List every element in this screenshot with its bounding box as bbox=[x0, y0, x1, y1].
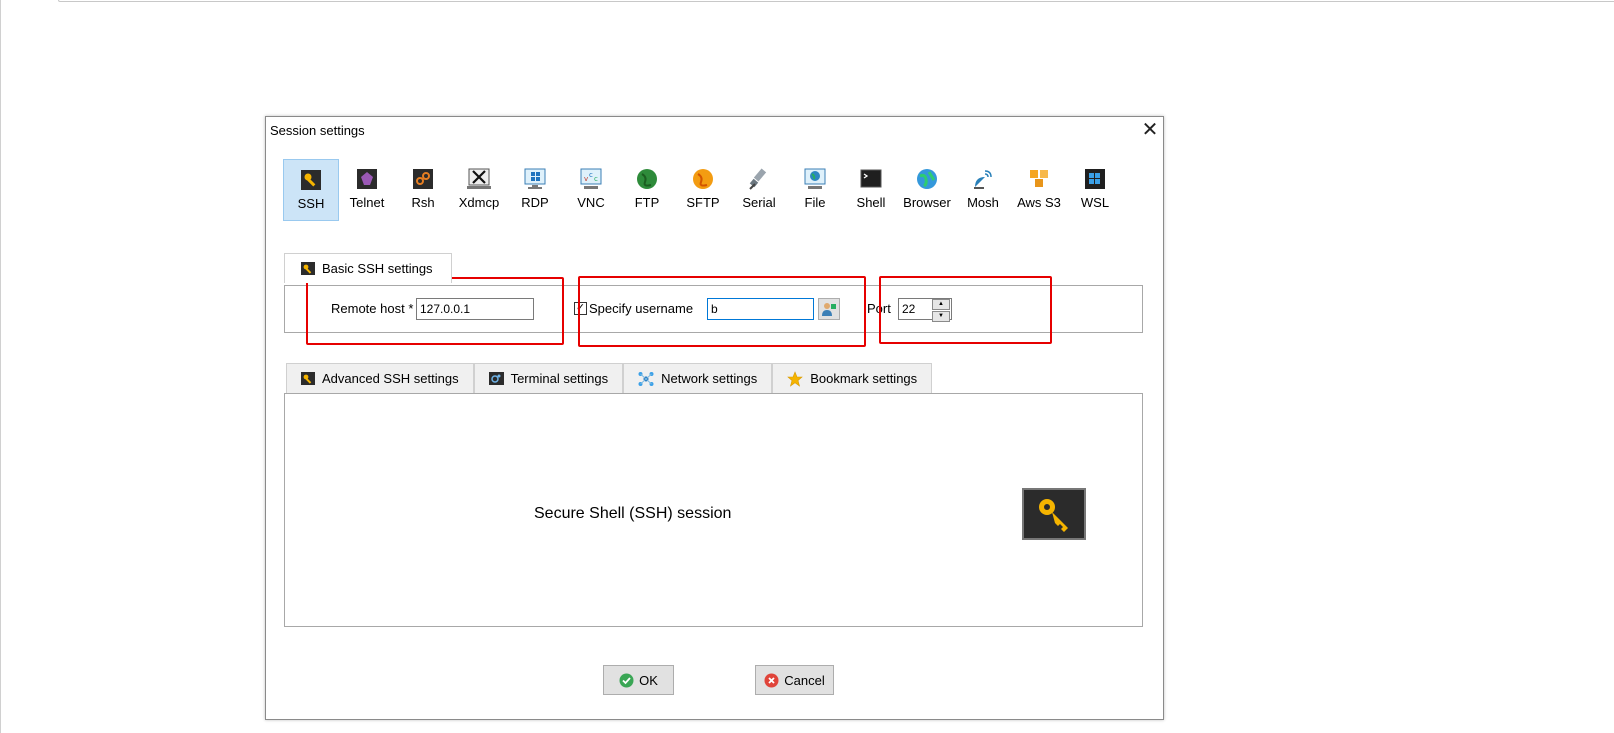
session-type-vnc[interactable]: vcc VNC bbox=[563, 159, 619, 221]
ftp-globe-icon bbox=[635, 167, 659, 191]
svg-text:c: c bbox=[589, 171, 593, 179]
star-icon bbox=[787, 370, 804, 387]
specify-username-checkbox[interactable]: ✓ bbox=[574, 302, 587, 315]
session-type-label: VNC bbox=[577, 195, 605, 210]
basic-settings-panel: Remote host * 127.0.0.1 ✓ Specify userna… bbox=[284, 285, 1143, 333]
svg-text:v: v bbox=[584, 175, 588, 183]
user-manager-button[interactable] bbox=[818, 298, 840, 320]
remote-host-label: Remote host * bbox=[331, 301, 414, 316]
ok-check-icon bbox=[619, 673, 634, 688]
tab-label: Bookmark settings bbox=[810, 371, 918, 386]
wsl-windows-icon bbox=[1083, 167, 1107, 191]
session-type-xdmcp[interactable]: Xdmcp bbox=[451, 159, 507, 221]
session-type-ssh[interactable]: SSH bbox=[283, 159, 339, 221]
spin-down-icon[interactable]: ▼ bbox=[932, 311, 950, 322]
tab-network-settings[interactable]: Network settings bbox=[623, 363, 773, 393]
key-icon bbox=[301, 372, 315, 385]
session-type-telnet[interactable]: Telnet bbox=[339, 159, 395, 221]
port-label: Port bbox=[867, 301, 891, 316]
session-description: Secure Shell (SSH) session bbox=[534, 505, 732, 522]
background-frame-left bbox=[0, 0, 1, 733]
session-type-rsh[interactable]: Rsh bbox=[395, 159, 451, 221]
x-icon bbox=[467, 167, 491, 191]
tab-basic-ssh-settings[interactable]: Basic SSH settings bbox=[284, 253, 452, 283]
serial-plug-icon bbox=[747, 167, 771, 191]
cancel-x-icon bbox=[764, 673, 779, 688]
session-type-label: FTP bbox=[634, 195, 660, 210]
session-type-label: RDP bbox=[521, 195, 549, 210]
session-type-file[interactable]: File bbox=[787, 159, 843, 221]
ssh-key-icon bbox=[1022, 488, 1086, 540]
ok-button[interactable]: OK bbox=[603, 665, 674, 695]
rdp-monitor-icon bbox=[523, 167, 547, 191]
session-type-aws-s3[interactable]: Aws S3 bbox=[1011, 159, 1067, 221]
ok-button-label: OK bbox=[639, 672, 658, 688]
session-type-browser[interactable]: Browser bbox=[899, 159, 955, 221]
cancel-button[interactable]: Cancel bbox=[755, 665, 834, 695]
shell-terminal-icon bbox=[859, 167, 883, 191]
basic-tab-label: Basic SSH settings bbox=[322, 261, 433, 276]
session-type-label: Browser bbox=[903, 195, 951, 210]
session-type-rdp[interactable]: RDP bbox=[507, 159, 563, 221]
session-type-label: Mosh bbox=[967, 195, 999, 210]
session-type-label: SSH bbox=[297, 196, 325, 211]
tab-terminal-settings[interactable]: Terminal settings bbox=[473, 363, 624, 393]
session-type-label: File bbox=[804, 195, 826, 210]
session-type-bar: SSH Telnet Rsh Xdmcp RDP v c c VNC FTP S… bbox=[283, 159, 1123, 221]
session-type-sftp[interactable]: SFTP bbox=[675, 159, 731, 221]
svg-text:c: c bbox=[594, 175, 598, 183]
session-type-label: Aws S3 bbox=[1017, 195, 1061, 210]
session-type-wsl[interactable]: WSL bbox=[1067, 159, 1123, 221]
spin-up-icon[interactable]: ▲ bbox=[932, 299, 950, 310]
session-type-serial[interactable]: Serial bbox=[731, 159, 787, 221]
close-icon[interactable]: ✕ bbox=[1138, 119, 1162, 141]
tab-label: Advanced SSH settings bbox=[322, 371, 459, 386]
background-frame-top bbox=[58, 0, 1614, 2]
vnc-monitor-icon: vcc bbox=[579, 167, 603, 191]
sftp-globe-icon bbox=[691, 167, 715, 191]
port-spinner[interactable]: ▲ ▼ bbox=[932, 299, 950, 322]
session-settings-dialog: Session settings ✕ SSH Telnet Rsh Xdmcp bbox=[265, 116, 1164, 720]
session-type-mosh[interactable]: Mosh bbox=[955, 159, 1011, 221]
session-type-label: Shell bbox=[856, 195, 886, 210]
username-input[interactable]: b bbox=[707, 298, 814, 320]
session-type-shell[interactable]: Shell bbox=[843, 159, 899, 221]
session-type-label: Rsh bbox=[411, 195, 435, 210]
aws-s3-icon bbox=[1027, 167, 1051, 191]
browser-globe-icon bbox=[915, 167, 939, 191]
key-icon bbox=[299, 168, 323, 192]
settings-tabs: Advanced SSH settings Terminal settings … bbox=[286, 363, 933, 393]
session-type-ftp[interactable]: FTP bbox=[619, 159, 675, 221]
user-icon bbox=[821, 301, 837, 317]
terminal-icon bbox=[488, 372, 504, 385]
tab-label: Terminal settings bbox=[510, 371, 609, 386]
session-type-label: Serial bbox=[742, 195, 776, 210]
settings-content-panel: Secure Shell (SSH) session bbox=[284, 393, 1143, 627]
session-type-label: SFTP bbox=[686, 195, 720, 210]
remote-host-input[interactable]: 127.0.0.1 bbox=[416, 298, 534, 320]
key-icon bbox=[301, 262, 315, 275]
tab-bookmark-settings[interactable]: Bookmark settings bbox=[772, 363, 933, 393]
tab-label: Network settings bbox=[661, 371, 758, 386]
file-monitor-icon bbox=[803, 167, 827, 191]
session-type-label: Xdmcp bbox=[458, 195, 500, 210]
session-type-label: Telnet bbox=[349, 195, 385, 210]
tab-advanced-ssh-settings[interactable]: Advanced SSH settings bbox=[286, 363, 474, 393]
session-type-label: WSL bbox=[1080, 195, 1110, 210]
telnet-icon bbox=[355, 167, 379, 191]
mosh-satellite-icon bbox=[971, 167, 995, 191]
network-icon bbox=[638, 371, 654, 387]
rsh-icon bbox=[411, 167, 435, 191]
specify-username-label: Specify username bbox=[589, 301, 694, 316]
dialog-title: Session settings bbox=[270, 123, 365, 138]
cancel-button-label: Cancel bbox=[784, 672, 825, 688]
